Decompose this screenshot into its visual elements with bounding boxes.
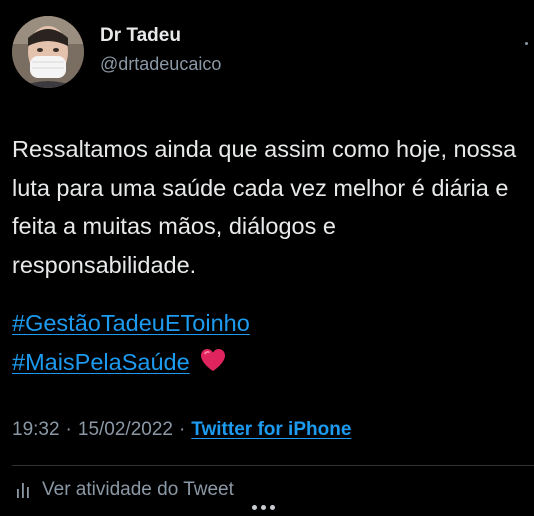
meta-separator: · bbox=[178, 419, 186, 440]
tweet-source-link[interactable]: Twitter for iPhone bbox=[191, 419, 351, 440]
tweet-hashtags: #GestãoTadeuEToinho #MaisPelaSaúde bbox=[12, 304, 250, 381]
page-dot bbox=[270, 505, 275, 510]
tweet-date: 15/02/2022 bbox=[77, 419, 173, 440]
view-tweet-activity-button[interactable]: Ver atividade do Tweet bbox=[14, 479, 234, 501]
more-options-icon[interactable] bbox=[525, 42, 528, 45]
avatar[interactable] bbox=[12, 16, 84, 88]
page-dot bbox=[252, 505, 257, 510]
tweet-card: Dr Tadeu @drtadeucaico Ressaltamos ainda… bbox=[0, 0, 534, 516]
page-dot bbox=[261, 505, 266, 510]
author-names: Dr Tadeu @drtadeucaico bbox=[100, 24, 221, 76]
analytics-bars-icon bbox=[17, 483, 29, 498]
tweet-time: 19:32 bbox=[12, 419, 60, 440]
divider bbox=[12, 465, 534, 466]
tweet-meta: 19:32 · 15/02/2022 · Twitter for iPhone bbox=[12, 417, 351, 443]
tweet-header: Dr Tadeu @drtadeucaico bbox=[12, 16, 221, 88]
avatar-photo-icon bbox=[12, 16, 84, 88]
author-handle[interactable]: @drtadeucaico bbox=[100, 52, 221, 76]
hashtag-link[interactable]: #MaisPelaSaúde bbox=[12, 349, 190, 375]
tweet-text: Ressaltamos ainda que assim como hoje, n… bbox=[12, 136, 517, 278]
author-display-name[interactable]: Dr Tadeu bbox=[100, 24, 221, 48]
page-indicator bbox=[252, 505, 279, 510]
meta-separator: · bbox=[65, 419, 72, 440]
view-tweet-activity-label: Ver atividade do Tweet bbox=[42, 479, 234, 500]
hashtag-link[interactable]: #GestãoTadeuEToinho bbox=[12, 310, 250, 336]
red-heart-icon bbox=[200, 349, 225, 372]
